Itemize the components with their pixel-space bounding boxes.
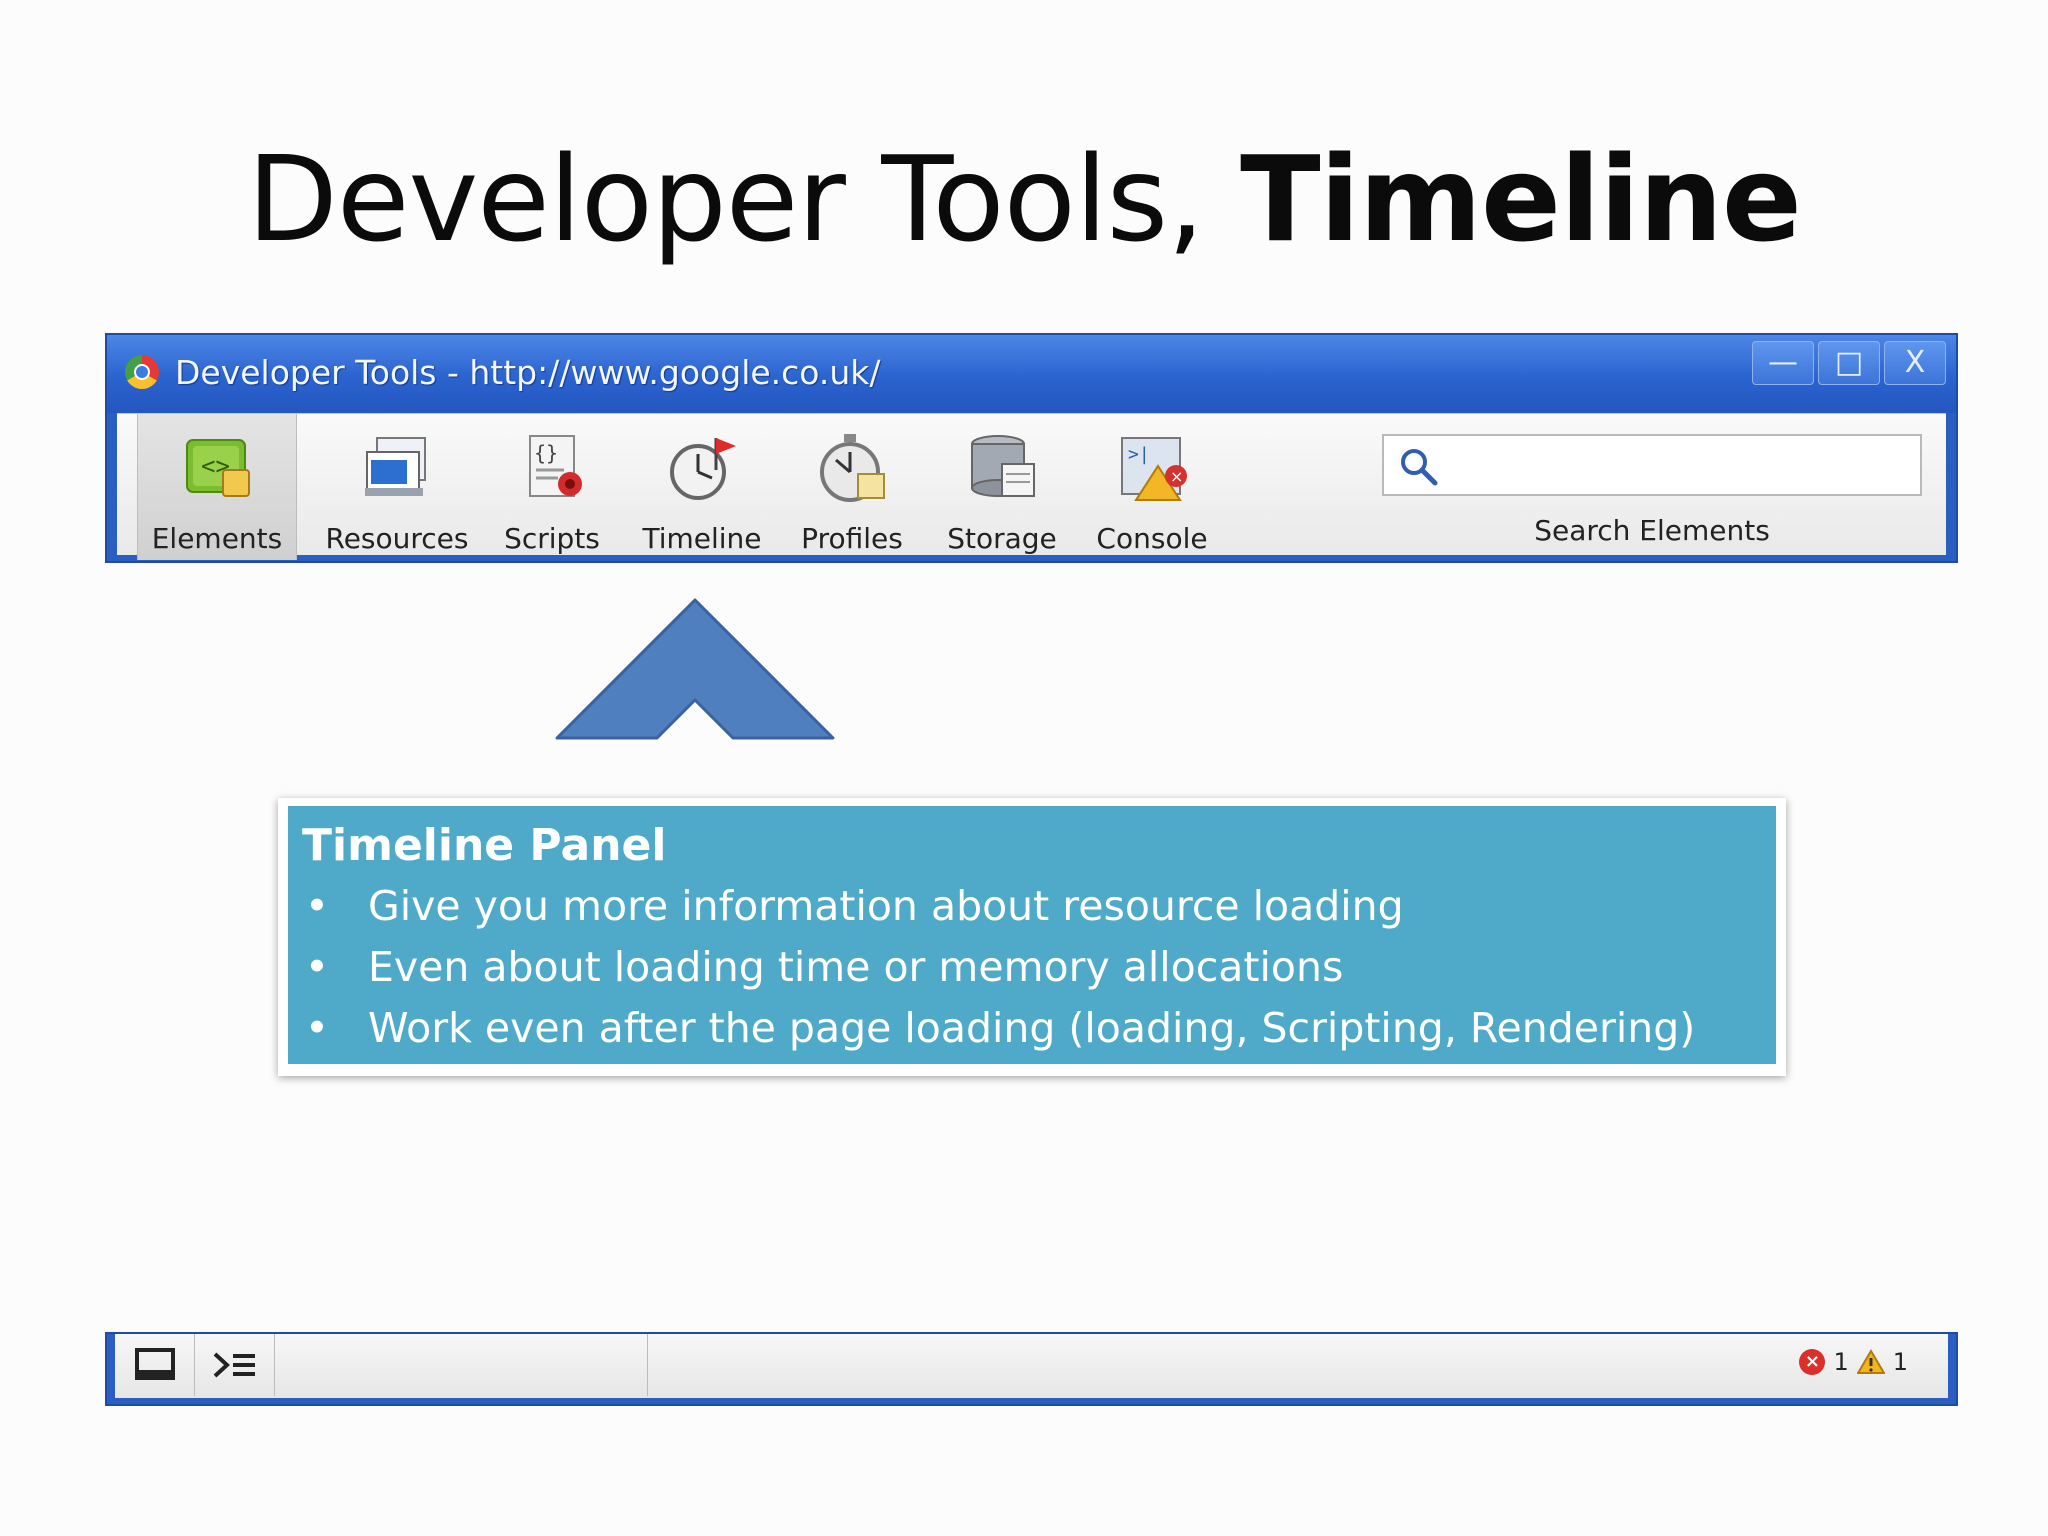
devtools-window: Developer Tools - http://www.google.co.u… xyxy=(105,333,1958,563)
svg-text:{}: {} xyxy=(534,441,558,465)
tab-profiles-label: Profiles xyxy=(801,522,903,555)
svg-text:×: × xyxy=(1170,467,1183,486)
tab-scripts[interactable]: {} Scripts xyxy=(487,414,617,560)
bullet: • xyxy=(304,882,330,930)
console-icon: >| × xyxy=(1121,437,1187,501)
search-label: Search Elements xyxy=(1534,514,1770,547)
scripts-icon: {} xyxy=(529,435,582,497)
tab-elements-label: Elements xyxy=(151,522,283,555)
list-item: • Work even after the page loading (loadi… xyxy=(302,998,1762,1059)
console-prompt-icon xyxy=(213,1352,255,1378)
chrome-logo-icon xyxy=(125,355,159,389)
bullet: • xyxy=(304,1004,330,1052)
minimize-button[interactable]: — xyxy=(1752,341,1814,385)
statusbar-inner: × 1 1 xyxy=(115,1334,1948,1398)
devtools-statusbar: × 1 1 xyxy=(105,1332,1958,1406)
list-item: • Give you more information about resourc… xyxy=(302,876,1762,937)
window-titlebar[interactable]: Developer Tools - http://www.google.co.u… xyxy=(107,335,1956,413)
dock-icon xyxy=(135,1348,175,1380)
window-title: Developer Tools - http://www.google.co.u… xyxy=(175,353,881,392)
callout-title: Timeline Panel xyxy=(302,820,667,871)
resources-icon xyxy=(365,437,426,496)
tab-storage-label: Storage xyxy=(947,522,1057,555)
callout-list: • Give you more information about resourc… xyxy=(302,876,1762,1059)
timeline-panel-callout: Timeline Panel • Give you more informatio… xyxy=(288,806,1776,1064)
devtools-toolbar: <> Elements Resources {} Scripts Timelin… xyxy=(117,413,1946,560)
console-toggle-button[interactable] xyxy=(195,1334,275,1396)
elements-icon: <> xyxy=(186,439,250,497)
timeline-icon xyxy=(670,438,736,500)
list-item-text: Give you more information about resource… xyxy=(368,882,1404,930)
bullet: • xyxy=(304,943,330,991)
slide-title-regular: Developer Tools, xyxy=(247,130,1241,268)
list-item-text: Even about loading time or memory alloca… xyxy=(368,943,1344,991)
error-icon: × xyxy=(1799,1349,1826,1375)
maximize-button[interactable]: □ xyxy=(1818,341,1880,385)
tab-timeline-label: Timeline xyxy=(642,522,762,555)
tab-resources-label: Resources xyxy=(325,522,469,555)
tab-scripts-label: Scripts xyxy=(504,522,600,555)
list-item-text: Work even after the page loading (loadin… xyxy=(368,1004,1696,1052)
storage-icon xyxy=(971,435,1035,497)
window-controls: — □ X xyxy=(1752,341,1946,385)
dock-toggle-button[interactable] xyxy=(115,1334,195,1396)
search-field[interactable] xyxy=(1382,434,1922,496)
console-counters[interactable]: × 1 1 xyxy=(1799,1348,1908,1376)
slide-title-bold: Timeline xyxy=(1240,130,1802,268)
close-button[interactable]: X xyxy=(1884,341,1946,385)
tab-profiles[interactable]: Profiles xyxy=(777,414,927,560)
up-arrow-shape xyxy=(555,598,835,740)
tab-resources[interactable]: Resources xyxy=(312,414,482,560)
warning-count: 1 xyxy=(1892,1348,1908,1376)
search-icon xyxy=(1401,449,1438,486)
error-count: 1 xyxy=(1833,1348,1849,1376)
search-input[interactable] xyxy=(1454,444,1908,486)
warning-icon xyxy=(1856,1349,1885,1374)
tab-console-label: Console xyxy=(1096,522,1208,555)
tab-storage[interactable]: Storage xyxy=(927,414,1077,560)
list-item: • Even about loading time or memory alloc… xyxy=(302,937,1762,998)
slide-title: Developer Tools, Timeline xyxy=(0,130,2048,268)
svg-text:>|: >| xyxy=(1128,444,1150,465)
tab-timeline[interactable]: Timeline xyxy=(627,414,777,560)
tab-elements[interactable]: <> Elements xyxy=(137,414,297,560)
profiles-icon xyxy=(820,434,885,502)
statusbar-divider xyxy=(647,1334,648,1396)
tab-console[interactable]: >| × Console xyxy=(1077,414,1227,560)
